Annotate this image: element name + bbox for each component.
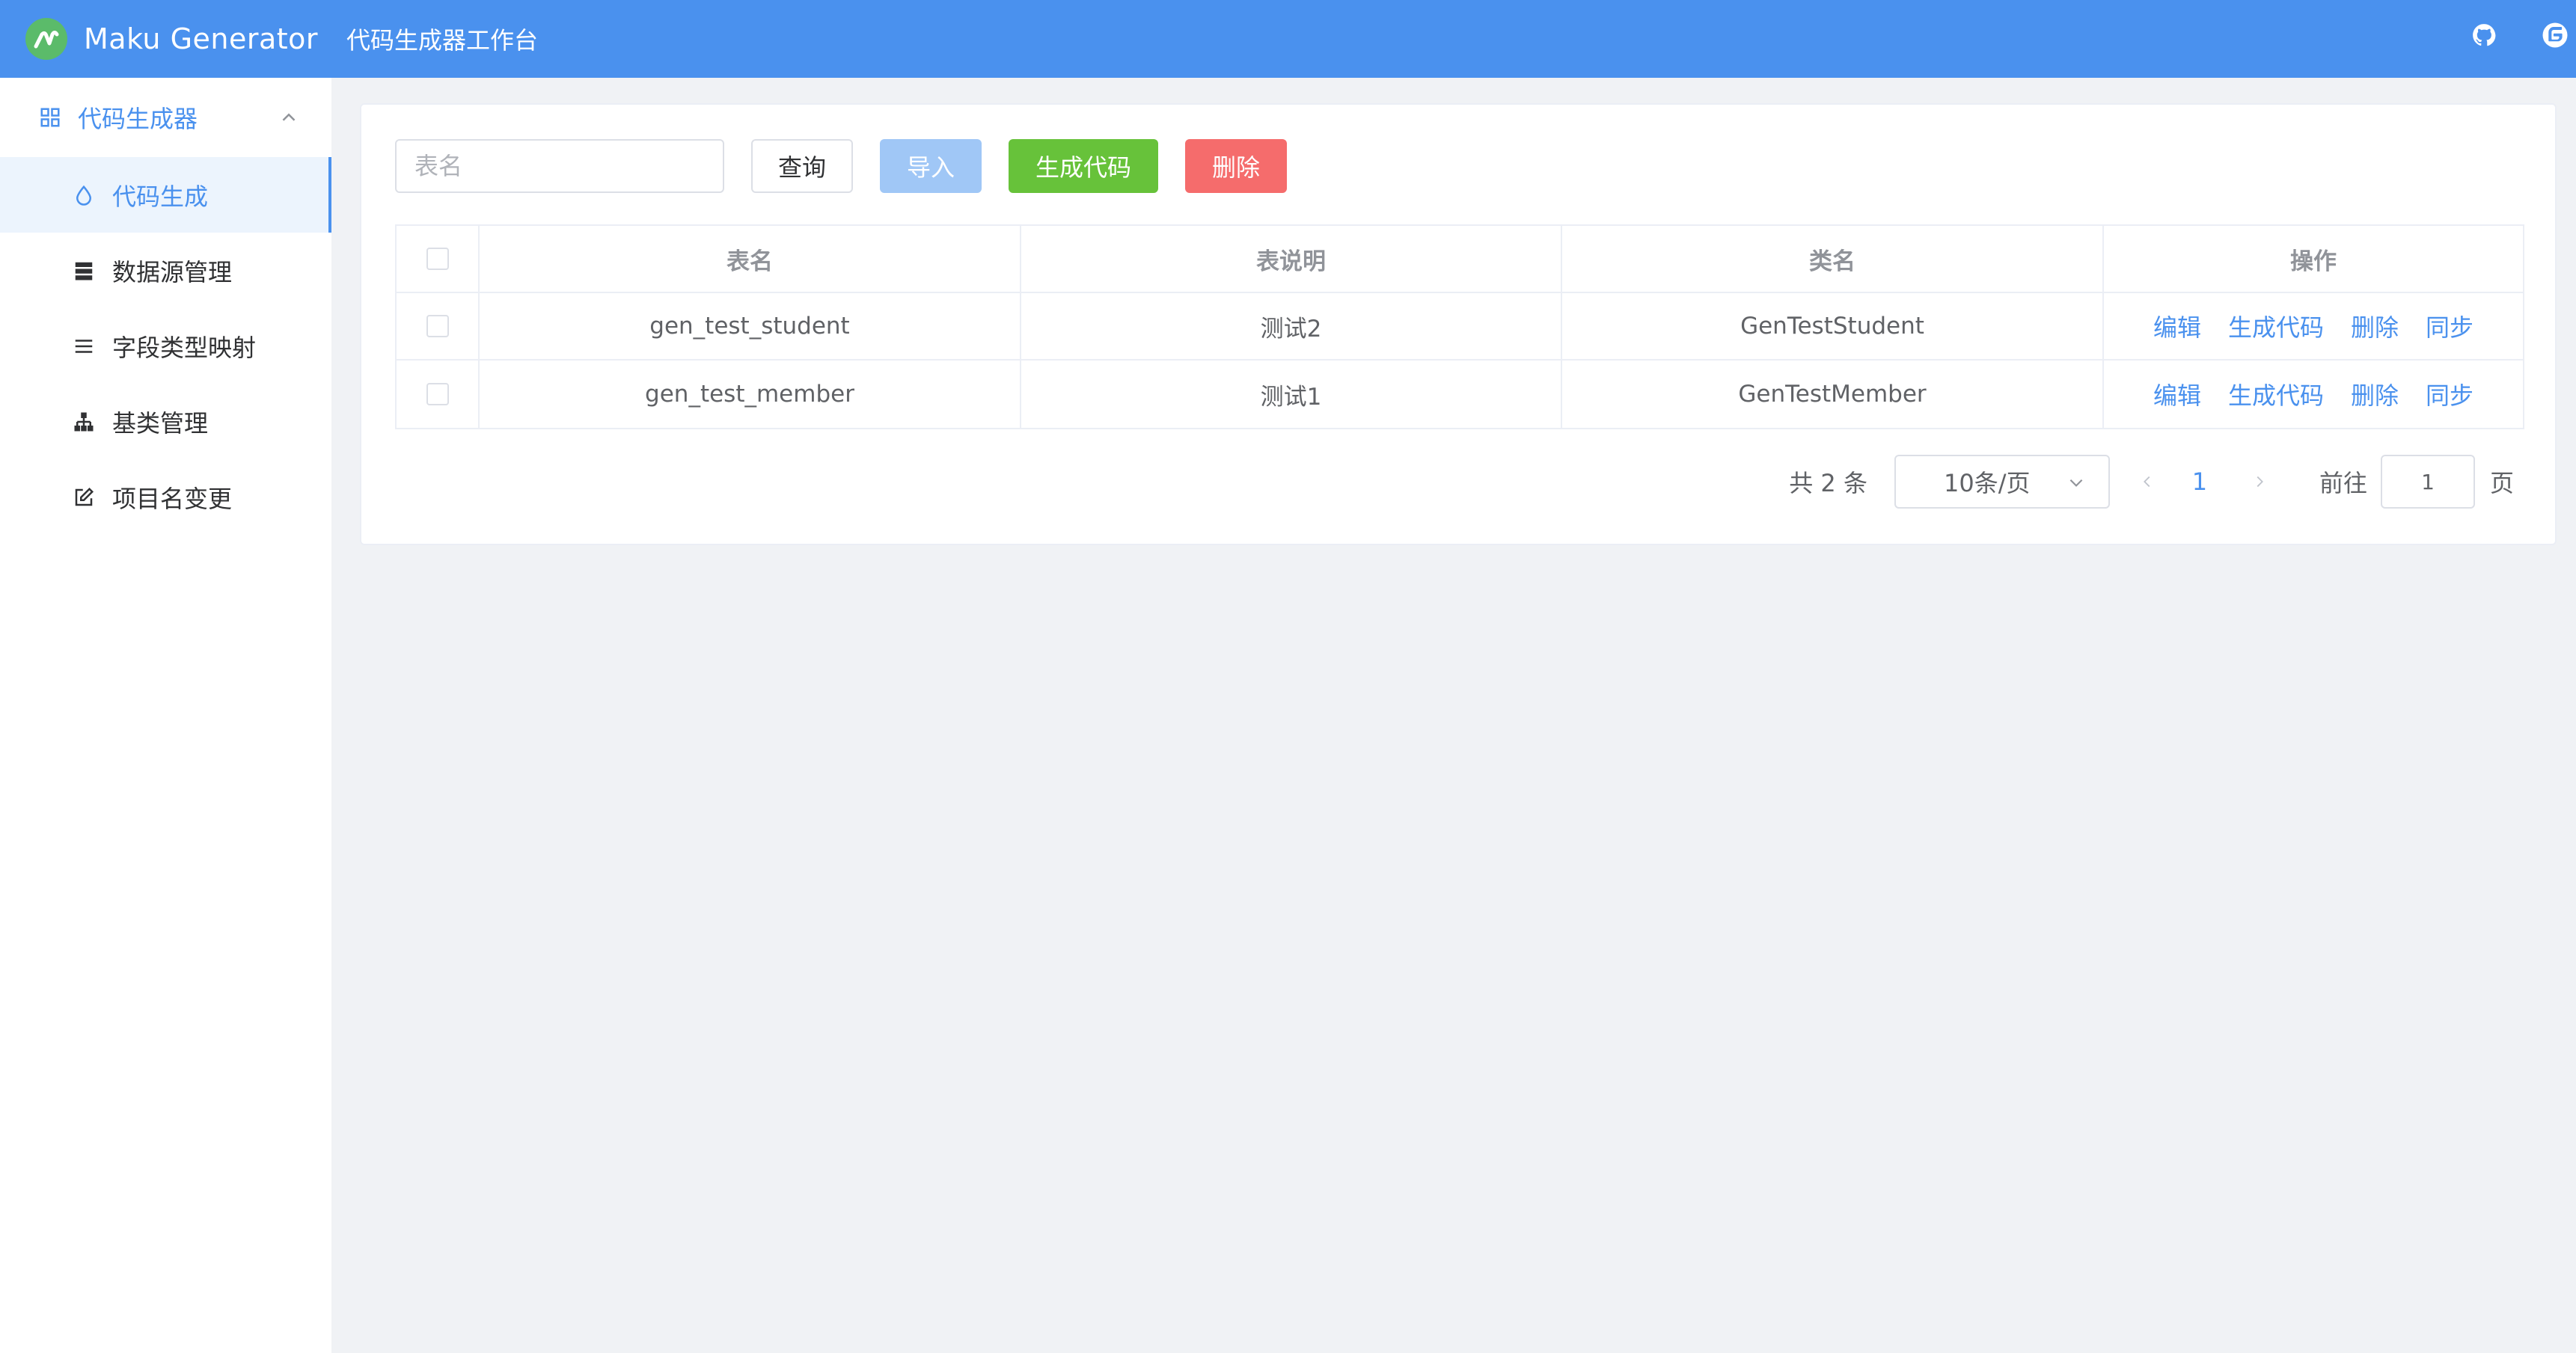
prev-page-button[interactable] bbox=[2125, 455, 2170, 509]
column-header-actions: 操作 bbox=[2290, 248, 2337, 275]
cell-table-name: gen_test_member bbox=[480, 361, 1021, 428]
cell-actions: 编辑 生成代码 删除 同步 bbox=[2104, 293, 2523, 359]
page-suffix: 页 bbox=[2489, 469, 2514, 497]
page-number[interactable]: 1 bbox=[2177, 467, 2222, 496]
chevron-left-icon bbox=[2144, 476, 2150, 488]
sidebar-item-label: 项目名变更 bbox=[112, 484, 233, 513]
database-icon bbox=[72, 259, 96, 283]
table-name-search-input[interactable] bbox=[395, 139, 724, 193]
app-title: Maku Generator bbox=[84, 22, 319, 55]
sidebar-item-base-class[interactable]: 基类管理 bbox=[0, 384, 331, 459]
logo-icon bbox=[25, 18, 67, 60]
page-size-value: 10条/页 bbox=[1943, 469, 2031, 497]
column-header-table-name: 表名 bbox=[480, 226, 1021, 292]
chevron-up-icon bbox=[282, 113, 296, 121]
sidebar-item-code-generation[interactable]: 代码生成 bbox=[0, 157, 331, 233]
sidebar-item-project-rename[interactable]: 项目名变更 bbox=[0, 459, 331, 535]
sidebar-group-label: 代码生成器 bbox=[78, 105, 198, 133]
sidebar-item-label: 基类管理 bbox=[112, 408, 209, 438]
tables-table: 表名 表说明 类名 操作 gen_test_student 测试2 GenTes… bbox=[395, 224, 2524, 429]
goto-page-input[interactable] bbox=[2380, 455, 2475, 509]
generate-code-button[interactable]: 生成代码 bbox=[1009, 139, 1158, 193]
sidebar-item-label: 字段类型映射 bbox=[112, 333, 257, 362]
table-row: gen_test_member 测试1 GenTestMember 编辑 生成代… bbox=[397, 361, 2523, 428]
generate-code-link[interactable]: 生成代码 bbox=[2228, 377, 2324, 411]
cell-class-name: GenTestMember bbox=[1562, 361, 2104, 428]
next-page-button[interactable] bbox=[2237, 455, 2282, 509]
top-header: Maku Generator 代码生成器工作台 bbox=[0, 0, 2576, 78]
edit-link[interactable]: 编辑 bbox=[2153, 377, 2201, 411]
goto-label: 前往 bbox=[2319, 469, 2367, 497]
table-row: gen_test_student 测试2 GenTestStudent 编辑 生… bbox=[397, 293, 2523, 361]
row-select-cell bbox=[397, 361, 480, 428]
chevron-right-icon bbox=[2257, 476, 2263, 488]
pagination: 共 2 条 10条/页 1 前往 页 bbox=[1789, 455, 2514, 509]
list-icon bbox=[72, 334, 96, 358]
hierarchy-icon bbox=[72, 410, 96, 434]
sync-link[interactable]: 同步 bbox=[2426, 309, 2473, 343]
cell-table-name: gen_test_student bbox=[480, 293, 1021, 359]
main-card: 查询 导入 生成代码 删除 表名 表说明 类名 操作 gen_test_stud… bbox=[360, 103, 2557, 545]
select-all-checkbox[interactable] bbox=[426, 248, 449, 270]
sidebar-item-datasource[interactable]: 数据源管理 bbox=[0, 233, 331, 308]
edit-link[interactable]: 编辑 bbox=[2153, 309, 2201, 343]
chevron-down-icon bbox=[2069, 479, 2083, 487]
delete-button[interactable]: 删除 bbox=[1185, 139, 1287, 193]
query-button[interactable]: 查询 bbox=[751, 139, 853, 193]
delete-link[interactable]: 删除 bbox=[2351, 377, 2399, 411]
sidebar: 代码生成器 代码生成 数据源管理 字段类型映射 基类管理 项目名变更 bbox=[0, 78, 331, 1353]
sidebar-item-label: 代码生成 bbox=[112, 182, 209, 211]
cell-table-comment: 测试2 bbox=[1021, 293, 1562, 359]
drop-icon bbox=[72, 183, 96, 207]
delete-link[interactable]: 删除 bbox=[2351, 309, 2399, 343]
cell-class-name: GenTestStudent bbox=[1562, 293, 2104, 359]
page-size-select[interactable]: 10条/页 bbox=[1894, 455, 2110, 509]
sidebar-item-field-type-mapping[interactable]: 字段类型映射 bbox=[0, 308, 331, 384]
cell-actions: 编辑 生成代码 删除 同步 bbox=[2104, 361, 2523, 428]
edit-icon bbox=[72, 485, 96, 509]
sync-link[interactable]: 同步 bbox=[2426, 377, 2473, 411]
github-icon[interactable] bbox=[2469, 20, 2499, 50]
generate-code-link[interactable]: 生成代码 bbox=[2228, 309, 2324, 343]
column-header-class-name: 类名 bbox=[1562, 226, 2104, 292]
import-button[interactable]: 导入 bbox=[880, 139, 982, 193]
cell-table-comment: 测试1 bbox=[1021, 361, 1562, 428]
row-checkbox[interactable] bbox=[426, 383, 449, 405]
row-select-cell bbox=[397, 293, 480, 359]
column-header-table-comment: 表说明 bbox=[1021, 226, 1562, 292]
toolbar: 查询 导入 生成代码 删除 bbox=[395, 139, 1287, 193]
sidebar-group-code-generator[interactable]: 代码生成器 bbox=[0, 78, 331, 157]
table-header-row: 表名 表说明 类名 操作 bbox=[397, 226, 2523, 293]
gitee-icon[interactable] bbox=[2540, 20, 2570, 50]
workspace-title: 代码生成器工作台 bbox=[346, 26, 539, 55]
sidebar-item-label: 数据源管理 bbox=[112, 257, 233, 286]
grid-icon bbox=[40, 108, 60, 127]
select-all-cell bbox=[397, 226, 480, 292]
row-checkbox[interactable] bbox=[426, 315, 449, 337]
total-count: 共 2 条 bbox=[1789, 469, 1867, 497]
